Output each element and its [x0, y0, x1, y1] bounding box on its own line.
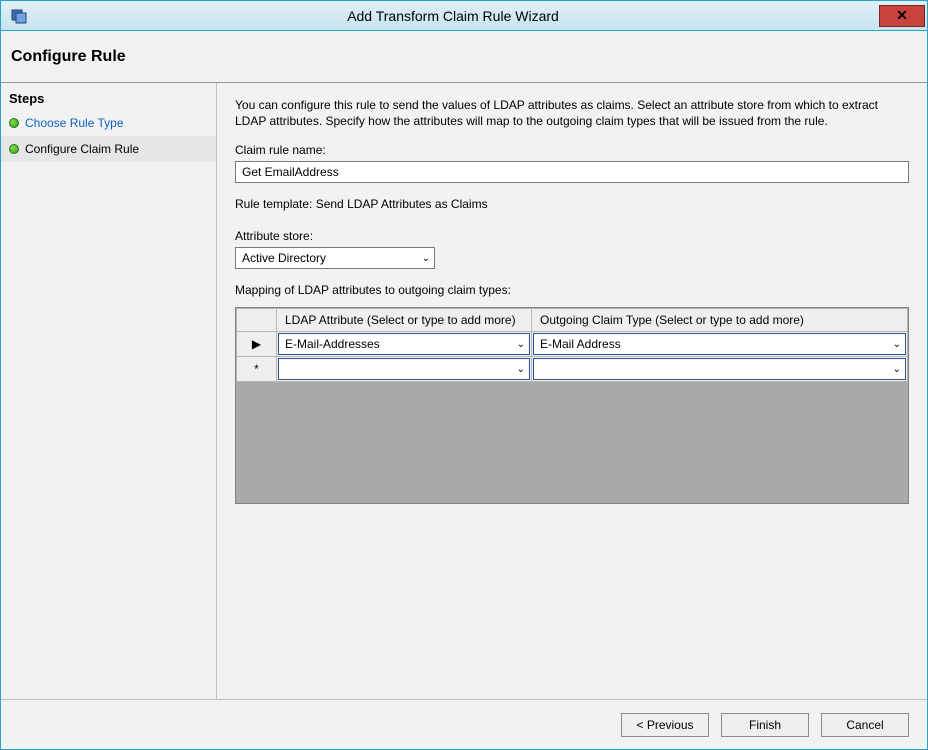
outgoing-claim-header: Outgoing Claim Type (Select or type to a…: [532, 309, 908, 332]
mapping-table-container: LDAP Attribute (Select or type to add mo…: [235, 307, 909, 504]
table-row: ▶ E-Mail-Addresses ⌄ E-Mail Address: [237, 332, 908, 357]
ldap-attribute-select[interactable]: E-Mail-Addresses ⌄: [278, 333, 530, 355]
rule-template-label: Rule template: Send LDAP Attributes as C…: [235, 197, 909, 211]
titlebar: Add Transform Claim Rule Wizard ✕: [1, 1, 927, 31]
chevron-down-icon: ⌄: [893, 364, 901, 375]
mapping-table: LDAP Attribute (Select or type to add mo…: [236, 308, 908, 382]
page-header: Configure Rule: [1, 31, 927, 83]
step-link[interactable]: Choose Rule Type: [25, 116, 124, 130]
row-indicator: *: [237, 357, 277, 382]
page-title: Configure Rule: [11, 48, 126, 66]
cancel-button[interactable]: Cancel: [821, 713, 909, 737]
description-text: You can configure this rule to send the …: [235, 97, 909, 129]
close-icon: ✕: [896, 7, 908, 24]
steps-sidebar: Steps Choose Rule Type Configure Claim R…: [1, 83, 217, 699]
step-bullet-icon: [9, 118, 19, 128]
finish-button[interactable]: Finish: [721, 713, 809, 737]
attribute-store-label: Attribute store:: [235, 229, 909, 243]
previous-button[interactable]: < Previous: [621, 713, 709, 737]
new-row-icon: *: [254, 362, 259, 376]
chevron-down-icon: ⌄: [893, 339, 901, 350]
current-row-icon: ▶: [252, 337, 261, 351]
step-label: Configure Claim Rule: [25, 142, 139, 156]
main-panel: You can configure this rule to send the …: [217, 83, 927, 699]
window-title: Add Transform Claim Rule Wizard: [27, 8, 879, 24]
attribute-store-value: Active Directory: [242, 251, 326, 265]
app-icon: [11, 8, 27, 24]
row-header-blank: [237, 309, 277, 332]
wizard-footer: < Previous Finish Cancel: [1, 699, 927, 749]
body: Steps Choose Rule Type Configure Claim R…: [1, 83, 927, 699]
step-choose-rule-type[interactable]: Choose Rule Type: [1, 110, 216, 136]
step-bullet-icon: [9, 144, 19, 154]
chevron-down-icon: ⌄: [517, 364, 525, 375]
claim-rule-name-label: Claim rule name:: [235, 143, 909, 157]
ldap-attribute-value: E-Mail-Addresses: [285, 337, 380, 351]
chevron-down-icon: ⌄: [422, 253, 430, 264]
spacer: [235, 504, 909, 699]
mapping-label: Mapping of LDAP attributes to outgoing c…: [235, 283, 909, 297]
outgoing-claim-select[interactable]: E-Mail Address ⌄: [533, 333, 906, 355]
close-button[interactable]: ✕: [879, 5, 925, 27]
step-configure-claim-rule[interactable]: Configure Claim Rule: [1, 136, 216, 162]
claim-rule-name-input[interactable]: [235, 161, 909, 183]
attribute-store-select[interactable]: Active Directory ⌄: [235, 247, 435, 269]
outgoing-claim-select[interactable]: ⌄: [533, 358, 906, 380]
steps-heading: Steps: [1, 89, 216, 110]
ldap-attribute-select[interactable]: ⌄: [278, 358, 530, 380]
chevron-down-icon: ⌄: [517, 339, 525, 350]
ldap-attribute-header: LDAP Attribute (Select or type to add mo…: [277, 309, 532, 332]
row-indicator: ▶: [237, 332, 277, 357]
table-row: * ⌄ ⌄: [237, 357, 908, 382]
outgoing-claim-value: E-Mail Address: [540, 337, 621, 351]
wizard-window: Add Transform Claim Rule Wizard ✕ Config…: [0, 0, 928, 750]
